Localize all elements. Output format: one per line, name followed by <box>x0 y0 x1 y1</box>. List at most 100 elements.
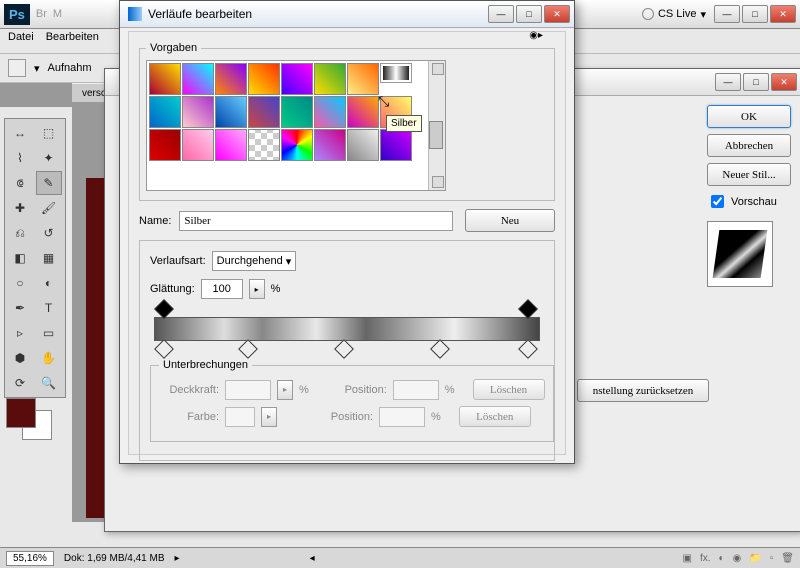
presets-menu-icon[interactable]: ◉▸ <box>529 30 543 41</box>
dlg-maximize[interactable]: □ <box>516 5 542 23</box>
preset-swatch[interactable] <box>182 63 214 95</box>
ps-logo: Ps <box>4 4 30 25</box>
tool-history[interactable]: ↺ <box>36 221 62 245</box>
color-stop[interactable] <box>519 339 539 359</box>
tool-wand[interactable]: ✦ <box>36 146 62 170</box>
adjust-icon[interactable]: ◉ <box>733 553 742 564</box>
tool-eyedropper[interactable]: ✎ <box>36 171 62 195</box>
dlg2-cancel-button[interactable]: Abbrechen <box>707 134 791 157</box>
tool-type[interactable]: T <box>36 296 62 320</box>
gradient-settings: Verlaufsart: Durchgehend ▾ Glättung: 100… <box>139 240 555 461</box>
dlg2-close[interactable]: ✕ <box>771 73 797 91</box>
preset-swatch[interactable] <box>380 63 412 83</box>
tool-rotate[interactable]: ⟳ <box>7 371 33 395</box>
opacity-input <box>225 380 271 400</box>
preset-swatch[interactable] <box>215 96 247 128</box>
maximize-button[interactable]: □ <box>742 5 768 23</box>
smooth-input[interactable]: 100 <box>201 279 243 299</box>
color-stop[interactable] <box>154 339 174 359</box>
opacity-stop[interactable] <box>519 299 539 319</box>
toolbox: ↔⬚ ⌇✦ ⟃✎ ✚🖌 ⎌↺ ◧▦ ○◐ ✒T ▹▭ ⬢✋ ⟳🔍 <box>4 118 66 398</box>
color-stop[interactable] <box>334 339 354 359</box>
preset-swatch[interactable] <box>314 96 346 128</box>
tool-gradient[interactable]: ▦ <box>36 246 62 270</box>
tool-eraser[interactable]: ◧ <box>7 246 33 270</box>
tool-3d[interactable]: ⬢ <box>7 346 33 370</box>
preset-swatch[interactable] <box>182 96 214 128</box>
opacity-stop[interactable] <box>154 299 174 319</box>
tool-crop[interactable]: ⟃ <box>7 171 33 195</box>
preset-scrollbar[interactable] <box>428 61 445 190</box>
minimize-button[interactable]: — <box>714 5 740 23</box>
mask-icon[interactable]: ◐ <box>719 553 725 564</box>
dlg2-minimize[interactable]: — <box>715 73 741 91</box>
preset-swatch[interactable] <box>182 129 214 161</box>
preset-swatch[interactable] <box>347 96 379 128</box>
menu-file[interactable]: Datei <box>8 31 34 51</box>
preset-swatch[interactable] <box>281 129 313 161</box>
preset-swatch[interactable] <box>347 129 379 161</box>
trash-icon[interactable]: 🗑 <box>781 553 794 564</box>
preset-swatch[interactable] <box>314 63 346 95</box>
preset-swatch[interactable] <box>149 96 181 128</box>
preset-swatch[interactable] <box>215 63 247 95</box>
preset-swatch[interactable] <box>248 129 280 161</box>
type-label: Verlaufsart: <box>150 255 206 267</box>
dlg2-ok-button[interactable]: OK <box>707 105 791 128</box>
folder-icon[interactable]: 📁 <box>749 553 761 564</box>
tool-heal[interactable]: ✚ <box>7 196 33 220</box>
newlayer-icon[interactable]: ▫ <box>770 553 774 564</box>
preset-tooltip: Silber <box>386 115 422 132</box>
tool-blur[interactable]: ○ <box>7 271 33 295</box>
foreground-color[interactable] <box>6 398 36 428</box>
tool-shape[interactable]: ▭ <box>36 321 62 345</box>
tool-lasso[interactable]: ⌇ <box>7 146 33 170</box>
preset-swatch[interactable] <box>149 129 181 161</box>
bridge-shortcut[interactable]: Br <box>36 8 47 20</box>
cslive-menu[interactable]: CS Live ▾ <box>642 8 706 21</box>
preset-swatch[interactable] <box>281 96 313 128</box>
gradient-dialog-icon <box>128 7 142 21</box>
preset-swatch[interactable] <box>380 129 412 161</box>
preset-swatch[interactable] <box>215 129 247 161</box>
menu-edit[interactable]: Bearbeiten <box>46 31 99 51</box>
name-input[interactable] <box>179 211 453 231</box>
type-select[interactable]: Durchgehend ▾ <box>212 251 297 271</box>
tool-marquee[interactable]: ⬚ <box>36 121 62 145</box>
dlg-minimize[interactable]: — <box>488 5 514 23</box>
gradient-bar[interactable] <box>154 317 540 341</box>
tool-pen[interactable]: ✒ <box>7 296 33 320</box>
minibridge-shortcut[interactable]: M <box>53 8 62 20</box>
preview-checkbox[interactable]: Vorschau <box>707 192 791 211</box>
fx-icon[interactable]: fx. <box>700 553 711 564</box>
preset-swatch[interactable] <box>347 63 379 95</box>
tool-path[interactable]: ▹ <box>7 321 33 345</box>
dlg-close[interactable]: ✕ <box>544 5 570 23</box>
color-stop[interactable] <box>430 339 450 359</box>
tool-zoom[interactable]: 🔍 <box>36 371 62 395</box>
dlg2-newstyle-button[interactable]: Neuer Stil... <box>707 163 791 186</box>
close-button[interactable]: ✕ <box>770 5 796 23</box>
tool-hand[interactable]: ✋ <box>36 346 62 370</box>
color-swatches[interactable] <box>6 398 56 438</box>
preset-swatch[interactable] <box>248 63 280 95</box>
dlg2-maximize[interactable]: □ <box>743 73 769 91</box>
tool-stamp[interactable]: ⎌ <box>7 221 33 245</box>
reset-button[interactable]: nstellung zurücksetzen <box>577 379 709 402</box>
smooth-stepper[interactable]: ▸ <box>249 279 265 299</box>
doc-info: Dok: 1,69 MB/4,41 MB <box>64 553 165 564</box>
preset-swatch[interactable] <box>314 129 346 161</box>
preset-swatch[interactable] <box>281 63 313 95</box>
preset-swatch[interactable] <box>149 63 181 95</box>
zoom-field[interactable]: 55,16% <box>6 551 54 566</box>
layers-icon[interactable]: ▣ <box>683 553 692 564</box>
eyedropper-icon <box>8 59 26 77</box>
tool-move[interactable]: ↔ <box>7 121 33 145</box>
tool-dodge[interactable]: ◐ <box>36 271 62 295</box>
tool-brush[interactable]: 🖌 <box>36 196 62 220</box>
preset-swatch[interactable] <box>248 96 280 128</box>
interruptions-fieldset: Unterbrechungen Deckkraft: ▸% Position: … <box>150 359 554 442</box>
new-button[interactable]: Neu <box>465 209 555 232</box>
color-stop[interactable] <box>238 339 258 359</box>
color-label: Farbe: <box>159 411 219 423</box>
